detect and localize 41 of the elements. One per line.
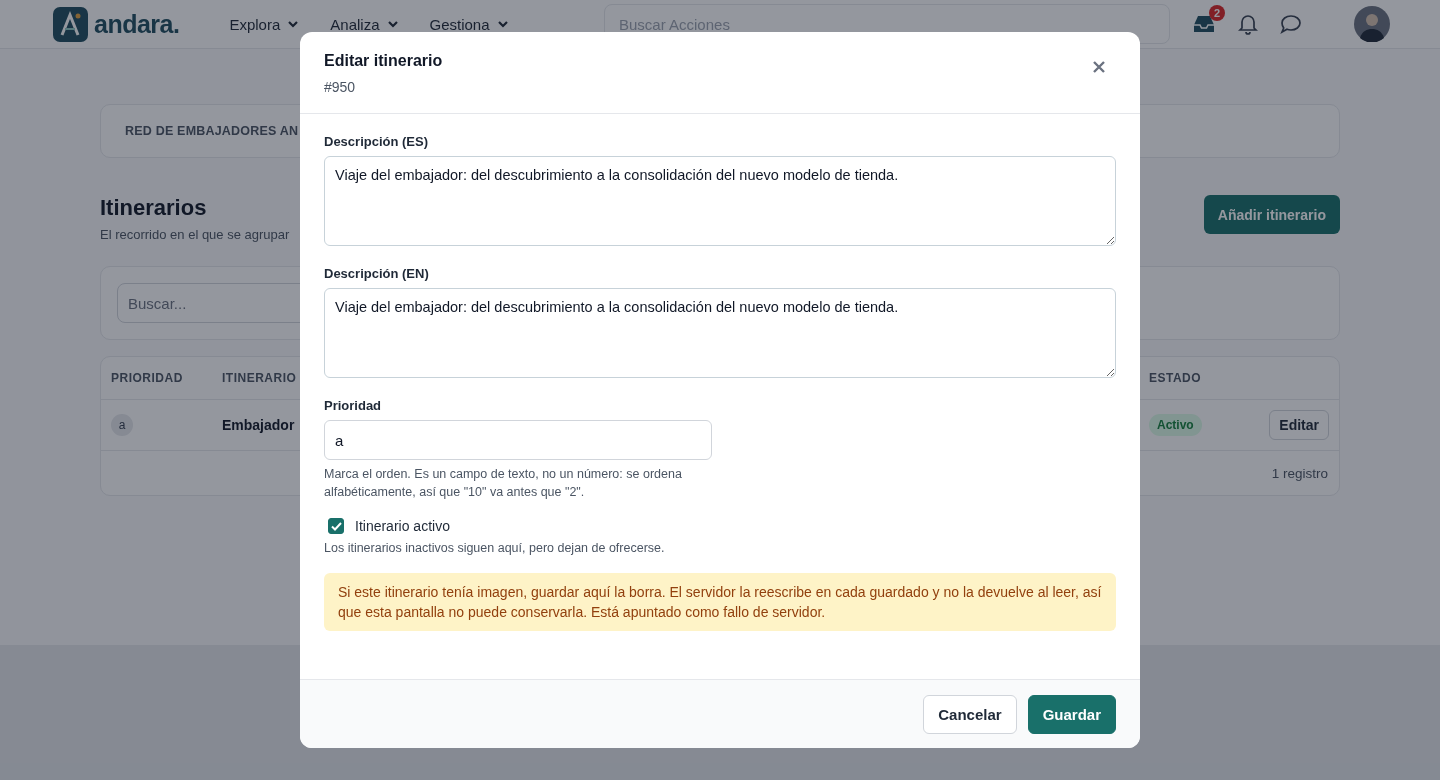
record-count: 1 registro (1271, 465, 1328, 481)
priority-badge: a (111, 414, 133, 436)
column-header: PRIORIDAD (111, 371, 184, 385)
cancel-button[interactable]: Cancelar (923, 694, 1017, 734)
close-icon (1093, 61, 1105, 73)
chevron-down-icon (497, 20, 508, 28)
bell-icon[interactable] (1238, 13, 1258, 35)
checkbox[interactable] (328, 518, 344, 534)
field-label: Prioridad (324, 398, 383, 413)
avatar[interactable] (1354, 6, 1390, 42)
notification-badge: 2 (1209, 5, 1225, 21)
column-header: ESTADO (1149, 371, 1203, 385)
inbox-icon[interactable] (1192, 14, 1216, 34)
edit-button[interactable]: Editar (1269, 410, 1329, 440)
checkbox-label: Itinerario activo (355, 518, 450, 534)
description-field[interactable]: Viaje del embajador: del descubrimiento a la consolidación del nuevo modelo de tienda. (324, 156, 1116, 246)
priority-field[interactable]: a (324, 420, 712, 460)
column-header: ITINERARIO (222, 371, 298, 385)
page-title: Itinerarios (100, 195, 208, 221)
add-button[interactable]: Añadir itinerario (1203, 195, 1340, 234)
logo-icon (53, 6, 88, 42)
dialog-subtitle: #950 (324, 79, 357, 95)
field-hint: Los itinerarios inactivos siguen aquí, pero dejan de ofrecerse. (324, 540, 666, 557)
field-hint: Marca el orden. Es un campo de texto, no un número: se ordena alfabéticamente, así que "10" va antes que "2". (324, 466, 683, 501)
status-badge: Activo (1149, 414, 1202, 436)
warning-message: Si este itinerario tenía imagen, guardar aquí la borra. El servidor la reescribe en cada guardado y no la devuelve al leer, así que esta pantalla no puede conservarla. Está apuntado como fallo de servidor. (324, 573, 1116, 631)
page-subtitle: El recorrido en el que se agrupar (100, 227, 290, 242)
table-cell-text: Embajador (222, 417, 296, 433)
nav-menu[interactable]: Gestiona (429, 15, 508, 33)
chevron-down-icon (288, 20, 299, 28)
nav-menu[interactable]: Analiza (330, 15, 398, 33)
breadcrumb-text: RED DE EMBAJADORES AN (125, 124, 299, 138)
description-field[interactable]: Viaje del embajador: del descubrimiento a la consolidación del nuevo modelo de tienda. (324, 288, 1116, 378)
field-label: Descripción (EN) (324, 266, 430, 281)
logo-text: andara. (94, 9, 180, 39)
save-button[interactable]: Guardar (1027, 694, 1116, 734)
dialog-title: Editar itinerario (324, 52, 443, 70)
nav-menu[interactable]: Explora (229, 15, 299, 33)
chevron-down-icon (387, 20, 398, 28)
chat-icon[interactable] (1280, 14, 1302, 34)
field-label: Descripción (ES) (324, 134, 430, 149)
